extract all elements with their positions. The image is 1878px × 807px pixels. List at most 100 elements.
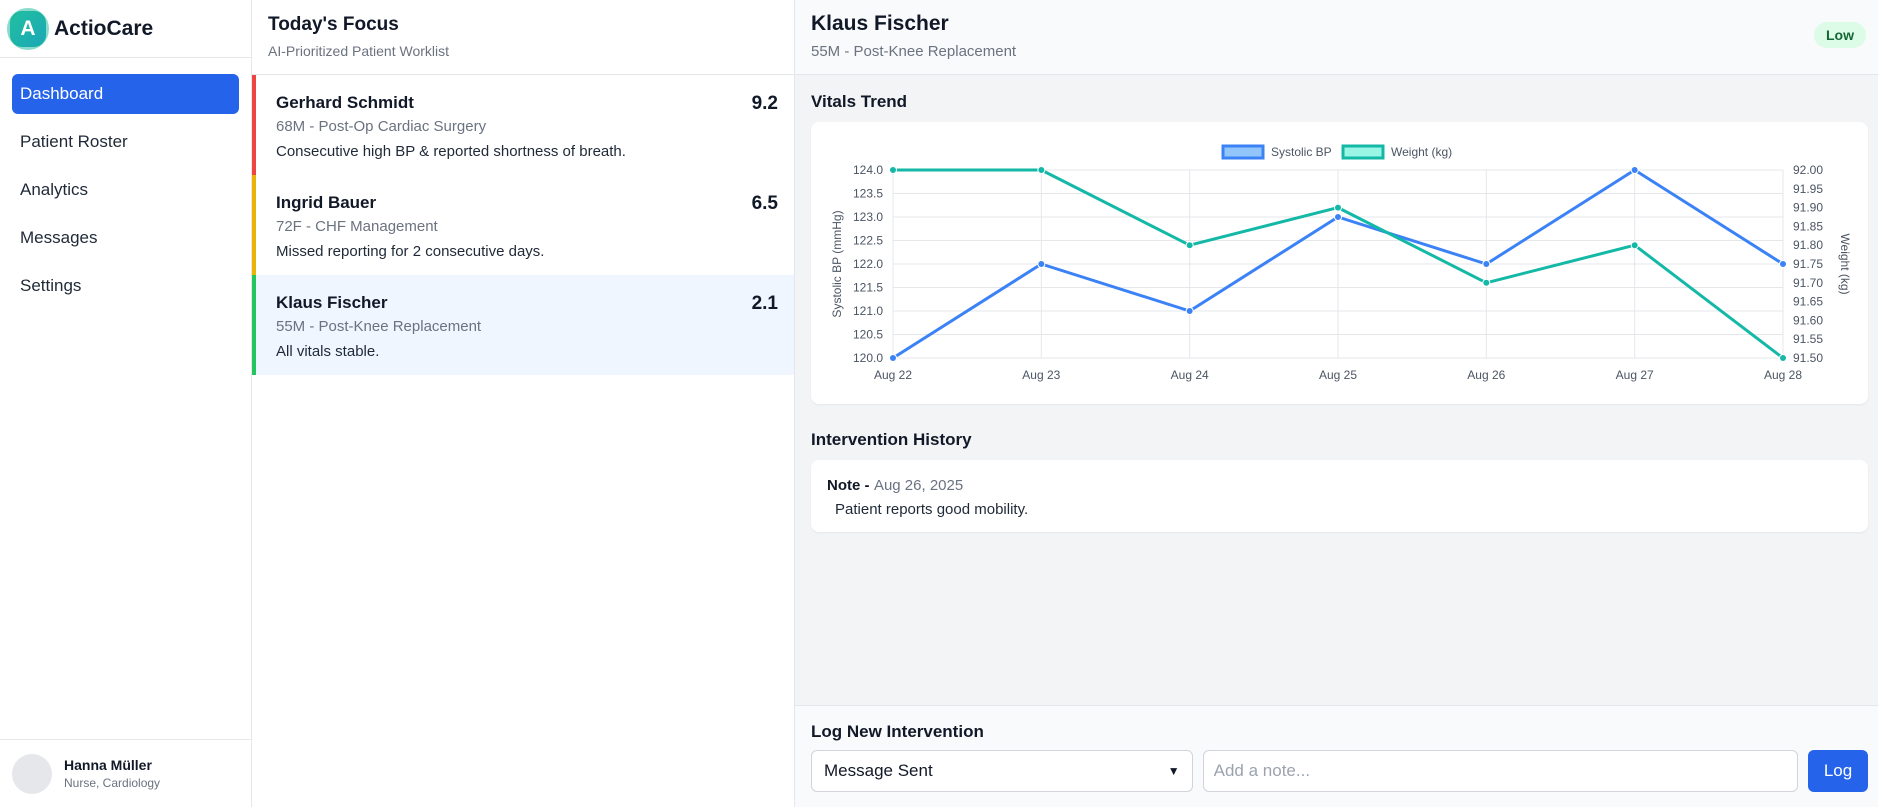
patient-note: Missed reporting for 2 consecutive days. bbox=[276, 243, 545, 260]
y-tick-right: 91.85 bbox=[1793, 219, 1823, 233]
y-tick-right: 91.90 bbox=[1793, 201, 1823, 215]
y-tick-right: 91.55 bbox=[1793, 332, 1823, 346]
patient-meta: 72F - CHF Management bbox=[276, 218, 438, 235]
y-tick-left: 122.5 bbox=[853, 234, 883, 248]
data-point bbox=[1185, 241, 1194, 250]
y-tick-right: 91.70 bbox=[1793, 276, 1823, 290]
worklist-title: Today's Focus bbox=[268, 14, 399, 35]
y-tick-left: 122.0 bbox=[853, 257, 883, 271]
x-tick: Aug 22 bbox=[874, 368, 912, 382]
y-tick-left: 124.0 bbox=[853, 163, 883, 177]
y-tick-left: 123.5 bbox=[853, 187, 883, 201]
history-entry: Note - Aug 26, 2025 Patient reports good… bbox=[811, 460, 1868, 532]
note-input[interactable] bbox=[1202, 750, 1799, 792]
data-point bbox=[889, 166, 897, 174]
log-button[interactable]: Log bbox=[1808, 750, 1868, 792]
patient-name: Ingrid Bauer bbox=[276, 193, 377, 212]
patient-card-gerhard-schmidt[interactable]: Gerhard Schmidt 68M - Post-Op Cardiac Su… bbox=[252, 75, 794, 175]
patient-card-ingrid-bauer[interactable]: Ingrid Bauer 72F - CHF Management Missed… bbox=[252, 175, 794, 275]
sidebar-nav: Dashboard Patient Roster Analytics Messa… bbox=[0, 58, 251, 330]
sidebar-item-settings[interactable]: Settings bbox=[12, 266, 239, 306]
app-name: ActioCare bbox=[54, 16, 154, 40]
log-title: Log New Intervention bbox=[811, 722, 984, 741]
intervention-type-value: Message Sent bbox=[824, 761, 933, 780]
y-tick-left: 121.5 bbox=[853, 281, 883, 295]
avatar bbox=[12, 753, 52, 794]
legend-label: Systolic BP bbox=[1271, 145, 1332, 159]
intervention-type-select[interactable]: Message Sent ▼ bbox=[811, 750, 1193, 792]
x-tick: Aug 25 bbox=[1319, 368, 1357, 382]
worklist-header: Today's Focus AI-Prioritized Patient Wor… bbox=[252, 0, 794, 75]
y-tick-left: 123.0 bbox=[853, 210, 883, 224]
y-tick-left: 120.5 bbox=[853, 328, 883, 342]
data-point bbox=[889, 354, 897, 362]
user-role: Nurse, Cardiology bbox=[64, 776, 161, 790]
user-name: Hanna Müller bbox=[64, 757, 152, 773]
patient-meta: 55M - Post-Knee Replacement bbox=[276, 318, 482, 335]
y-axis-left-label: Systolic BP (mmHg) bbox=[830, 210, 844, 317]
data-point bbox=[1334, 203, 1342, 212]
patient-card-klaus-fischer[interactable]: Klaus Fischer 55M - Post-Knee Replacemen… bbox=[252, 275, 794, 375]
data-point bbox=[1630, 166, 1639, 174]
y-tick-left: 121.0 bbox=[853, 304, 883, 318]
vitals-title: Vitals Trend bbox=[811, 92, 908, 111]
y-tick-right: 91.80 bbox=[1793, 238, 1823, 252]
data-point bbox=[1185, 307, 1194, 315]
x-tick: Aug 26 bbox=[1467, 368, 1505, 382]
patient-meta: 68M - Post-Op Cardiac Surgery bbox=[276, 118, 487, 135]
priority-score: 2.1 bbox=[751, 293, 778, 314]
x-tick: Aug 27 bbox=[1616, 368, 1654, 382]
history-title: Intervention History bbox=[811, 430, 972, 449]
patient-note: All vitals stable. bbox=[276, 343, 380, 360]
patient-name: Klaus Fischer bbox=[276, 293, 388, 312]
legend-swatch bbox=[1221, 144, 1265, 160]
patient-name: Gerhard Schmidt bbox=[276, 93, 414, 112]
y-tick-right: 92.00 bbox=[1793, 163, 1823, 177]
data-point bbox=[1630, 241, 1639, 250]
priority-score: 9.2 bbox=[751, 93, 778, 114]
risk-badge: Low bbox=[1814, 22, 1866, 48]
data-point bbox=[1779, 260, 1787, 268]
data-point bbox=[1037, 260, 1046, 268]
vitals-chart: 124.0 123.5 123.0 122.5 122.0 121.5 121.0 120.5… bbox=[830, 144, 1852, 382]
legend-label: Weight (kg) bbox=[1391, 145, 1452, 159]
priority-score: 6.5 bbox=[751, 193, 778, 214]
data-point bbox=[1037, 166, 1046, 174]
data-point bbox=[1482, 260, 1491, 268]
log-intervention-bar: Log New Intervention Message Sent ▼ Log bbox=[795, 705, 1878, 807]
history-type: Note - bbox=[827, 477, 870, 494]
data-point bbox=[1334, 213, 1342, 221]
y-tick-right: 91.50 bbox=[1793, 351, 1823, 365]
user-profile[interactable]: Hanna Müller Nurse, Cardiology bbox=[0, 739, 252, 807]
y-tick-left: 120.0 bbox=[853, 351, 883, 365]
history-date: Aug 26, 2025 bbox=[873, 477, 964, 494]
sidebar-item-patient-roster[interactable]: Patient Roster bbox=[12, 122, 239, 162]
y-tick-right: 91.65 bbox=[1793, 295, 1823, 309]
vitals-chart-card: 124.0 123.5 123.0 122.5 122.0 121.5 121.0 120.5… bbox=[811, 122, 1868, 404]
legend-swatch bbox=[1341, 144, 1385, 160]
worklist-subtitle: AI-Prioritized Patient Worklist bbox=[268, 43, 450, 59]
y-tick-right: 91.60 bbox=[1793, 313, 1823, 327]
data-point bbox=[1779, 354, 1787, 362]
detail-header: Klaus Fischer 55M - Post-Knee Replacemen… bbox=[795, 0, 1878, 75]
y-tick-right: 91.95 bbox=[1793, 182, 1823, 196]
y-tick-right: 91.75 bbox=[1793, 257, 1823, 271]
sidebar-item-analytics[interactable]: Analytics bbox=[12, 170, 239, 210]
patient-worklist: Today's Focus AI-Prioritized Patient Wor… bbox=[252, 0, 795, 807]
patient-note: Consecutive high BP & reported shortness… bbox=[276, 143, 626, 160]
history-text: Patient reports good mobility. bbox=[835, 501, 1029, 518]
sidebar: A ActioCare Dashboard Patient Roster Ana… bbox=[0, 0, 252, 807]
x-tick: Aug 28 bbox=[1764, 368, 1802, 382]
chevron-down-icon: ▼ bbox=[1167, 764, 1180, 778]
x-tick: Aug 23 bbox=[1022, 368, 1060, 382]
sidebar-item-messages[interactable]: Messages bbox=[12, 218, 239, 258]
detail-patient-meta: 55M - Post-Knee Replacement bbox=[811, 43, 1017, 60]
brand: A ActioCare bbox=[0, 0, 251, 58]
sidebar-item-dashboard[interactable]: Dashboard bbox=[12, 74, 239, 114]
x-tick: Aug 24 bbox=[1171, 368, 1209, 382]
app-logo[interactable]: A bbox=[7, 7, 49, 50]
data-point bbox=[1482, 278, 1491, 287]
y-axis-right-label: Weight (kg) bbox=[1838, 233, 1852, 294]
patient-detail: Klaus Fischer 55M - Post-Knee Replacemen… bbox=[795, 0, 1878, 807]
detail-patient-name: Klaus Fischer bbox=[811, 12, 949, 35]
